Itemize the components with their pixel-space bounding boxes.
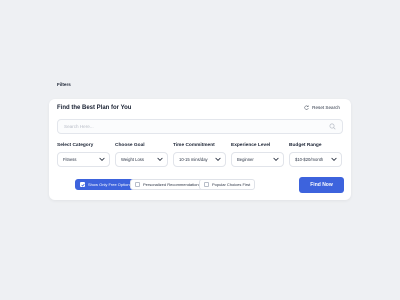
chevron-down-icon	[215, 157, 221, 161]
select-value: $10-$20/month	[295, 157, 324, 162]
experience-level-select[interactable]: Beginner	[231, 152, 284, 167]
field-label: Time Commitment	[173, 143, 215, 148]
reset-search-button[interactable]: Reset Search	[304, 105, 340, 110]
chevron-down-icon	[99, 157, 105, 161]
chevron-down-icon	[157, 157, 163, 161]
select-value: 10-15 mins/day	[179, 157, 208, 162]
time-commitment-select[interactable]: 10-15 mins/day	[173, 152, 226, 167]
filter-option-label: Show Only Free Options	[88, 182, 132, 187]
card-title: Find the Best Plan for You	[57, 105, 132, 111]
filters-label: Filters	[57, 82, 71, 87]
refresh-icon	[304, 105, 309, 110]
checkbox-checked-icon	[80, 182, 85, 187]
plan-finder-card: Find the Best Plan for You Reset Search …	[49, 82, 351, 200]
category-select[interactable]: Fitness	[57, 152, 110, 167]
filter-personalized-checkbox[interactable]: Personalized Recommendations	[130, 179, 206, 190]
search-input[interactable]	[64, 120, 324, 133]
field-label: Select Category	[57, 143, 94, 148]
select-value: Beginner	[237, 157, 254, 162]
chevron-down-icon	[273, 157, 279, 161]
field-label: Experience Level	[231, 143, 271, 148]
filter-popular-first-checkbox[interactable]: Popular Choices First	[199, 179, 256, 190]
filter-option-label: Personalized Recommendations	[143, 182, 201, 187]
select-value: Fitness	[63, 157, 77, 162]
field-time-commitment: Time Commitment 10-15 mins/day	[173, 143, 226, 167]
filter-option-label: Popular Choices First	[212, 182, 251, 187]
field-label: Choose Goal	[115, 143, 145, 148]
filter-free-options-checkbox[interactable]: Show Only Free Options	[75, 179, 137, 190]
goal-select[interactable]: Weight Loss	[115, 152, 168, 167]
filter-fields-row: Select Category Fitness Choose Goal Weig…	[57, 143, 343, 167]
field-category: Select Category Fitness	[57, 143, 110, 167]
select-value: Weight Loss	[121, 157, 144, 162]
find-now-button[interactable]: Find Now	[299, 177, 344, 193]
field-label: Budget Range	[289, 143, 322, 148]
search-icon[interactable]	[329, 123, 336, 130]
field-experience-level: Experience Level Beginner	[231, 143, 284, 167]
checkbox-unchecked-icon	[135, 182, 140, 187]
chevron-down-icon	[331, 157, 337, 161]
checkbox-unchecked-icon	[204, 182, 209, 187]
search-box	[57, 119, 343, 134]
budget-range-select[interactable]: $10-$20/month	[289, 152, 342, 167]
field-budget-range: Budget Range $10-$20/month	[289, 143, 342, 167]
field-goal: Choose Goal Weight Loss	[115, 143, 168, 167]
reset-search-label: Reset Search	[312, 105, 340, 110]
